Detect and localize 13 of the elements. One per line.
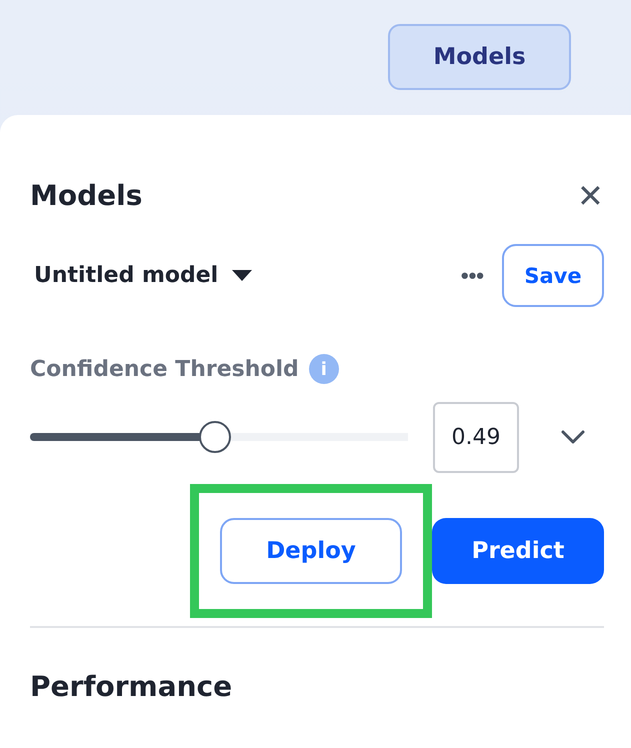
close-button[interactable]: ✕ (577, 180, 604, 212)
save-button[interactable]: Save (502, 244, 604, 307)
threshold-input[interactable]: 0.49 (433, 402, 519, 472)
more-button[interactable]: ••• (460, 262, 484, 288)
panel-title: Models (30, 179, 142, 212)
model-dropdown[interactable]: Untitled model (30, 263, 252, 288)
caret-icon (232, 270, 252, 282)
predict-button[interactable]: Predict (432, 518, 604, 584)
threshold-label: Confidence Threshold (30, 356, 299, 382)
deploy-button[interactable]: Deploy (220, 518, 402, 584)
chevron-down-icon[interactable] (561, 430, 585, 444)
section-title: Performance (30, 670, 234, 703)
models-button[interactable]: Models (388, 24, 571, 90)
